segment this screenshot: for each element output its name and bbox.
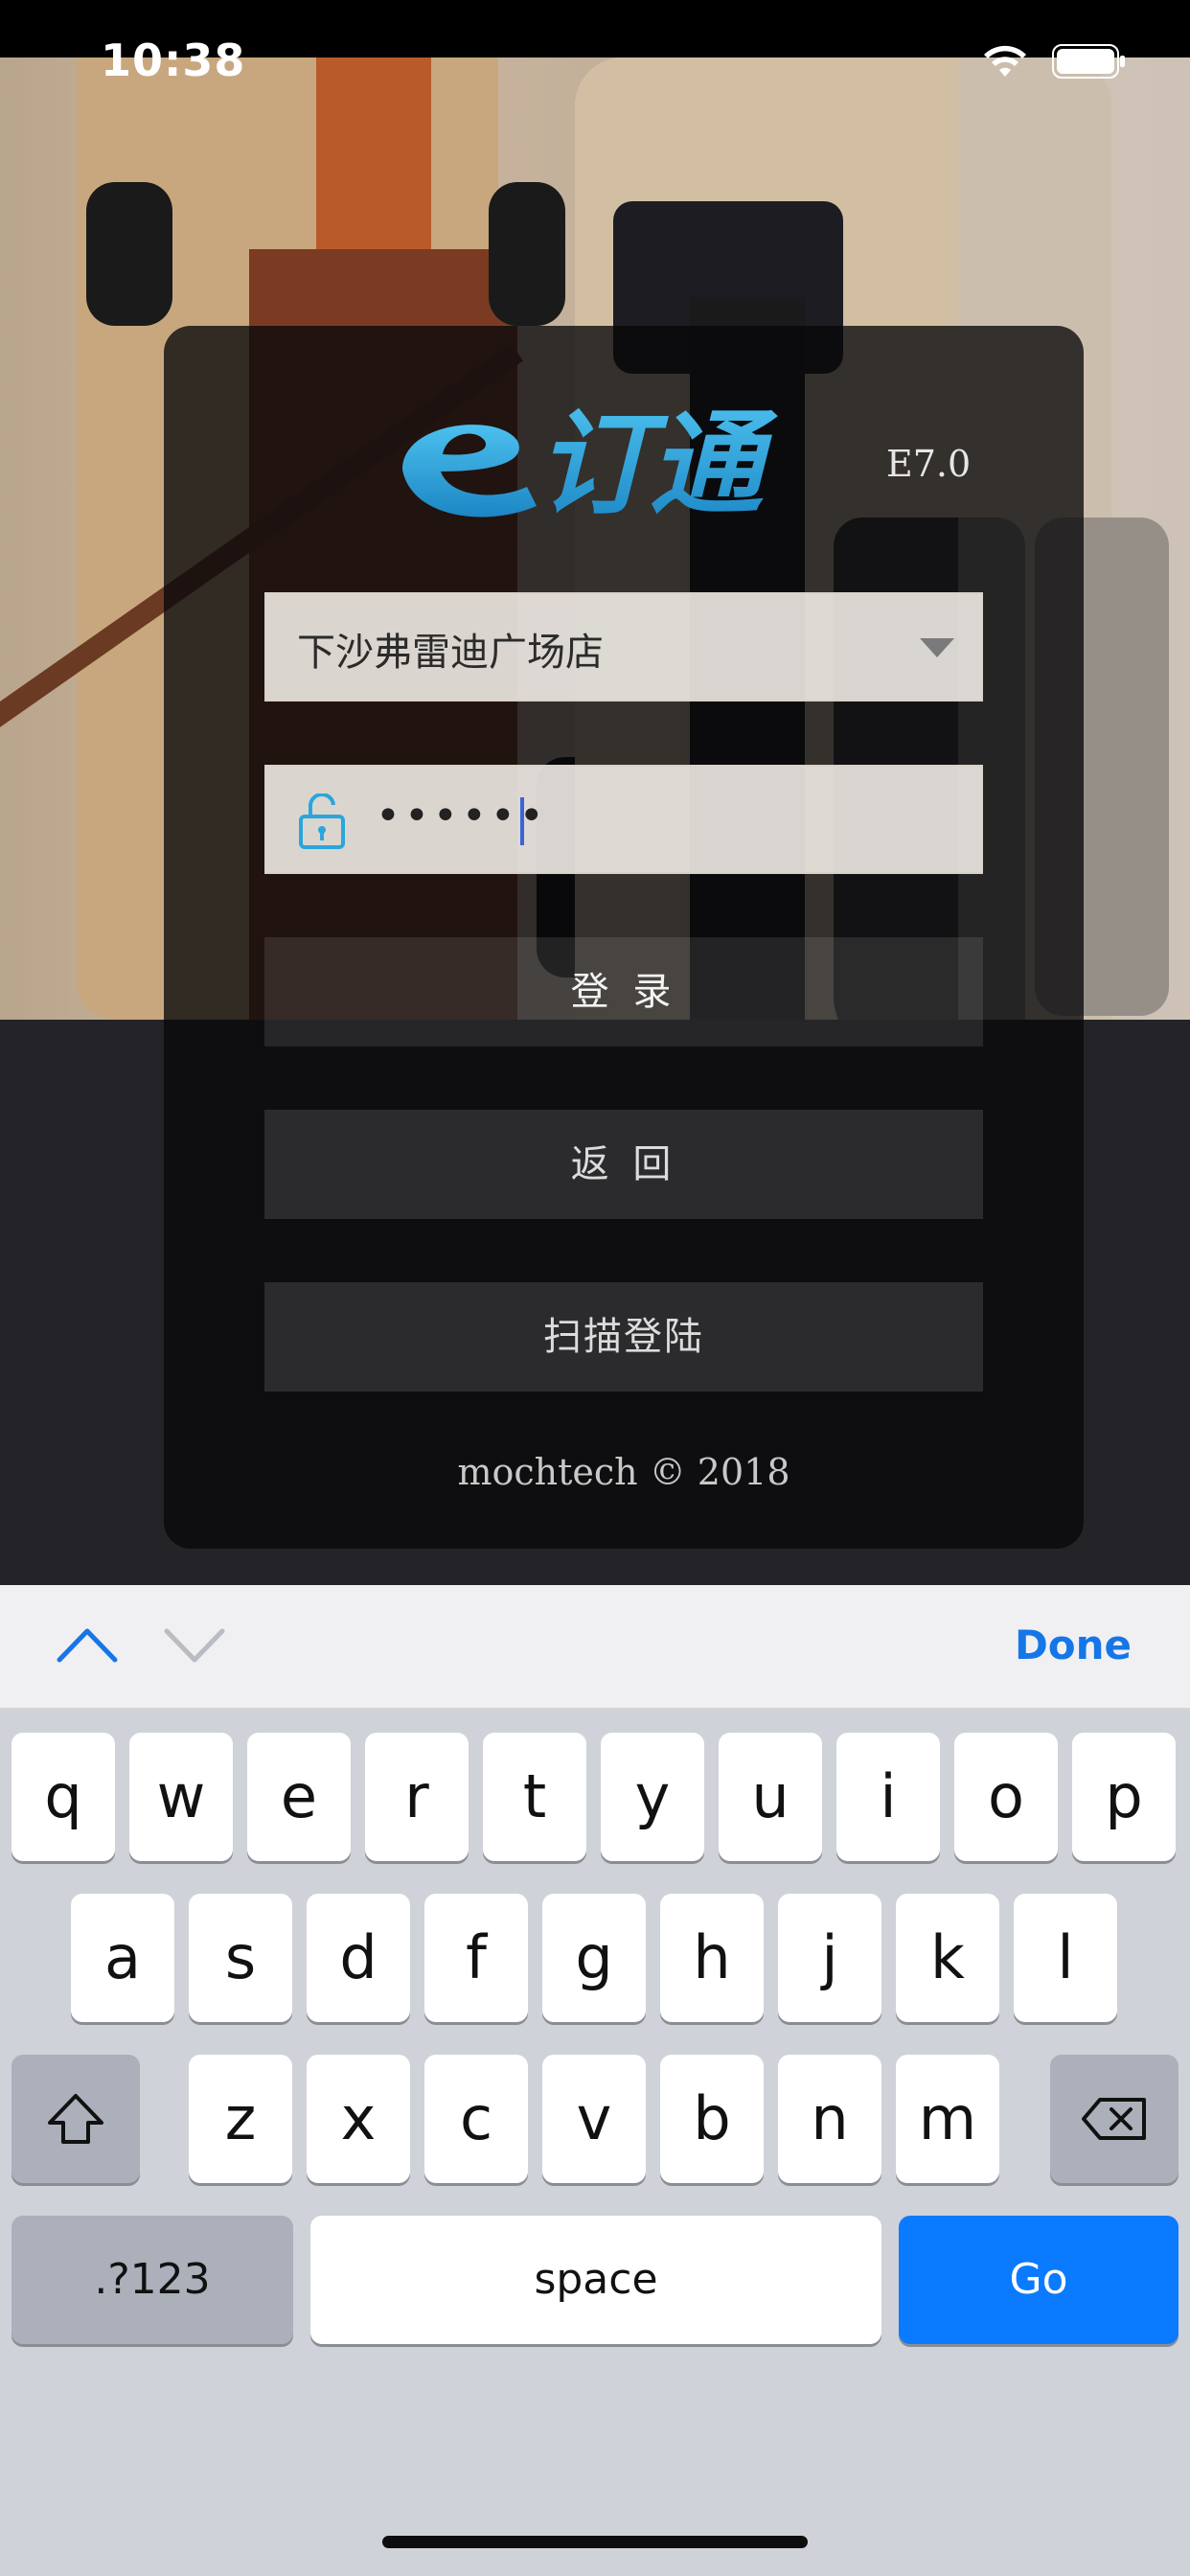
status-time: 10:38 xyxy=(101,34,246,86)
key-z[interactable]: z xyxy=(189,2055,292,2183)
version-label: E7.0 xyxy=(886,443,972,485)
key-a[interactable]: a xyxy=(71,1894,174,2022)
logo-text: 订通 xyxy=(537,398,778,530)
key-j[interactable]: j xyxy=(778,1894,881,2022)
back-button[interactable]: 返 回 xyxy=(264,1110,983,1219)
key-i[interactable]: i xyxy=(836,1733,940,1861)
keyboard: q w e r t y u i o p a s d f g h j k l z … xyxy=(0,1710,1190,2576)
key-r[interactable]: r xyxy=(365,1733,469,1861)
key-p[interactable]: p xyxy=(1072,1733,1176,1861)
key-u[interactable]: u xyxy=(719,1733,822,1861)
key-k[interactable]: k xyxy=(896,1894,999,2022)
key-t[interactable]: t xyxy=(483,1733,586,1861)
key-d[interactable]: d xyxy=(307,1894,410,2022)
key-g[interactable]: g xyxy=(542,1894,646,2022)
key-v[interactable]: v xyxy=(542,2055,646,2183)
shift-icon xyxy=(48,2094,103,2144)
battery-icon xyxy=(1052,44,1125,79)
wifi-icon xyxy=(984,45,1026,77)
key-h[interactable]: h xyxy=(660,1894,764,2022)
unlock-icon xyxy=(299,794,345,849)
done-button[interactable]: Done xyxy=(996,1622,1150,1668)
key-w[interactable]: w xyxy=(129,1733,233,1861)
chevron-up-icon[interactable] xyxy=(56,1625,119,1664)
key-y[interactable]: y xyxy=(601,1733,704,1861)
chevron-down-icon[interactable] xyxy=(918,636,956,659)
backspace-icon xyxy=(1082,2098,1146,2140)
scan-login-button[interactable]: 扫描登陆 xyxy=(264,1282,983,1392)
key-e[interactable]: e xyxy=(247,1733,351,1861)
shift-key[interactable] xyxy=(11,2055,140,2183)
key-x[interactable]: x xyxy=(307,2055,410,2183)
login-button[interactable]: 登 录 xyxy=(264,937,983,1046)
key-l[interactable]: l xyxy=(1014,1894,1117,2022)
key-c[interactable]: c xyxy=(424,2055,528,2183)
go-key[interactable]: Go xyxy=(899,2216,1179,2344)
key-f[interactable]: f xyxy=(424,1894,528,2022)
key-q[interactable]: q xyxy=(11,1733,115,1861)
key-o[interactable]: o xyxy=(954,1733,1058,1861)
numbers-key[interactable]: .?123 xyxy=(11,2216,293,2344)
home-indicator xyxy=(382,2536,808,2548)
key-s[interactable]: s xyxy=(189,1894,292,2022)
app-logo: 订通 xyxy=(402,398,778,530)
key-m[interactable]: m xyxy=(896,2055,999,2183)
password-field[interactable] xyxy=(264,765,983,874)
key-b[interactable]: b xyxy=(660,2055,764,2183)
key-n[interactable]: n xyxy=(778,2055,881,2183)
chevron-down-icon[interactable] xyxy=(163,1625,226,1664)
space-key[interactable]: space xyxy=(310,2216,881,2344)
copyright-text: mochtech © 2018 xyxy=(457,1451,790,1493)
store-select-value: 下沙弗雷迪广场店 xyxy=(297,631,604,675)
text-cursor xyxy=(520,797,524,845)
backspace-key[interactable] xyxy=(1050,2055,1179,2183)
